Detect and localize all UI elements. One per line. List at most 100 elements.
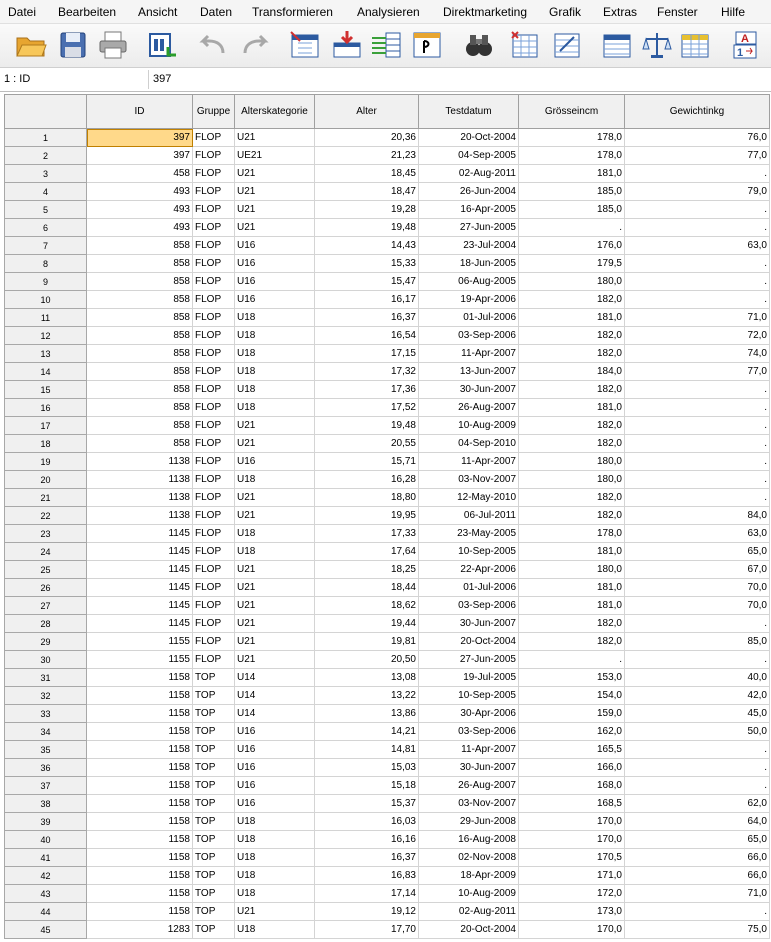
data-cell[interactable]: 858 xyxy=(86,236,193,255)
data-cell[interactable]: 1158 xyxy=(86,722,193,741)
data-cell[interactable]: 1158 xyxy=(86,776,193,795)
data-cell[interactable]: . xyxy=(624,218,770,237)
data-cell[interactable]: . xyxy=(624,776,770,795)
row-number[interactable]: 18 xyxy=(4,434,87,453)
data-cell[interactable]: 182,0 xyxy=(518,614,625,633)
row-number[interactable]: 44 xyxy=(4,902,87,921)
data-cell[interactable]: U16 xyxy=(234,236,315,255)
row-number[interactable]: 30 xyxy=(4,650,87,669)
data-cell[interactable]: 182,0 xyxy=(518,380,625,399)
data-cell[interactable]: 21,23 xyxy=(314,146,419,165)
data-cell[interactable]: U21 xyxy=(234,218,315,237)
data-cell[interactable]: 19,28 xyxy=(314,200,419,219)
insert-variable-icon[interactable] xyxy=(550,29,584,61)
data-cell[interactable]: U18 xyxy=(234,344,315,363)
data-cell[interactable]: 182,0 xyxy=(518,344,625,363)
data-cell[interactable]: 14,81 xyxy=(314,740,419,759)
redo-icon[interactable] xyxy=(238,29,272,61)
data-cell[interactable]: 181,0 xyxy=(518,164,625,183)
data-cell[interactable]: 168,0 xyxy=(518,776,625,795)
menu-daten[interactable]: Daten xyxy=(200,5,232,19)
data-cell[interactable]: U16 xyxy=(234,758,315,777)
data-cell[interactable]: 19,48 xyxy=(314,218,419,237)
data-cell[interactable]: 10-Sep-2005 xyxy=(418,686,519,705)
row-number[interactable]: 13 xyxy=(4,344,87,363)
data-cell[interactable]: 858 xyxy=(86,434,193,453)
data-cell[interactable]: 166,0 xyxy=(518,758,625,777)
data-cell[interactable]: 858 xyxy=(86,254,193,273)
data-cell[interactable]: FLOP xyxy=(192,488,235,507)
row-number[interactable]: 28 xyxy=(4,614,87,633)
data-cell[interactable]: 493 xyxy=(86,218,193,237)
data-cell[interactable]: 50,0 xyxy=(624,722,770,741)
data-cell[interactable]: TOP xyxy=(192,884,235,903)
data-cell[interactable]: 182,0 xyxy=(518,290,625,309)
data-cell[interactable]: 1158 xyxy=(86,866,193,885)
data-cell[interactable]: . xyxy=(518,650,625,669)
data-cell[interactable]: 19,95 xyxy=(314,506,419,525)
data-cell[interactable]: FLOP xyxy=(192,416,235,435)
data-cell[interactable]: 17,33 xyxy=(314,524,419,543)
data-cell[interactable]: 18-Apr-2009 xyxy=(418,866,519,885)
data-cell[interactable]: 30-Jun-2007 xyxy=(418,380,519,399)
data-cell[interactable]: 181,0 xyxy=(518,578,625,597)
data-cell[interactable]: 1138 xyxy=(86,470,193,489)
data-cell[interactable]: 64,0 xyxy=(624,812,770,831)
row-number[interactable]: 33 xyxy=(4,704,87,723)
column-header-alterskategorie[interactable]: Alterskategorie xyxy=(234,94,315,129)
data-cell[interactable]: 06-Jul-2011 xyxy=(418,506,519,525)
data-cell[interactable]: 1145 xyxy=(86,542,193,561)
data-cell[interactable]: TOP xyxy=(192,704,235,723)
data-cell[interactable]: 185,0 xyxy=(518,200,625,219)
data-cell[interactable]: 13-Jun-2007 xyxy=(418,362,519,381)
data-cell[interactable]: U18 xyxy=(234,542,315,561)
data-cell[interactable]: 181,0 xyxy=(518,308,625,327)
data-cell[interactable]: 71,0 xyxy=(624,308,770,327)
data-cell[interactable]: 16-Apr-2005 xyxy=(418,200,519,219)
row-number[interactable]: 42 xyxy=(4,866,87,885)
data-cell[interactable]: . xyxy=(624,398,770,417)
data-cell[interactable]: 1145 xyxy=(86,524,193,543)
data-cell[interactable]: 153,0 xyxy=(518,668,625,687)
data-cell[interactable]: TOP xyxy=(192,920,235,939)
data-cell[interactable]: 178,0 xyxy=(518,128,625,147)
cell-value-input[interactable]: 397 xyxy=(148,70,767,89)
data-cell[interactable]: 19,48 xyxy=(314,416,419,435)
menu-hilfe[interactable]: Hilfe xyxy=(721,5,745,19)
variables-icon[interactable] xyxy=(370,29,404,61)
row-number[interactable]: 29 xyxy=(4,632,87,651)
data-cell[interactable]: U21 xyxy=(234,164,315,183)
data-cell[interactable]: 03-Sep-2006 xyxy=(418,596,519,615)
weight-cases-icon[interactable] xyxy=(640,29,674,61)
data-cell[interactable]: 1158 xyxy=(86,668,193,687)
row-number[interactable]: 6 xyxy=(4,218,87,237)
data-cell[interactable]: 181,0 xyxy=(518,596,625,615)
data-cell[interactable]: 15,33 xyxy=(314,254,419,273)
data-cell[interactable]: 27-Jun-2005 xyxy=(418,218,519,237)
corner-cell[interactable] xyxy=(4,94,87,129)
data-cell[interactable]: . xyxy=(624,470,770,489)
row-number[interactable]: 34 xyxy=(4,722,87,741)
data-cell[interactable]: 159,0 xyxy=(518,704,625,723)
data-cell[interactable]: 180,0 xyxy=(518,452,625,471)
data-cell[interactable]: 03-Nov-2007 xyxy=(418,470,519,489)
data-cell[interactable]: TOP xyxy=(192,740,235,759)
row-number[interactable]: 5 xyxy=(4,200,87,219)
data-cell[interactable]: U18 xyxy=(234,866,315,885)
data-cell[interactable]: 184,0 xyxy=(518,362,625,381)
data-cell[interactable]: 1155 xyxy=(86,650,193,669)
data-cell[interactable]: 79,0 xyxy=(624,182,770,201)
data-cell[interactable]: U21 xyxy=(234,902,315,921)
data-cell[interactable]: 1138 xyxy=(86,488,193,507)
run-descriptives-icon[interactable] xyxy=(410,29,444,61)
data-cell[interactable]: 23-Jul-2004 xyxy=(418,236,519,255)
dialog-recall-icon[interactable] xyxy=(146,29,180,61)
data-cell[interactable]: 03-Sep-2006 xyxy=(418,326,519,345)
data-cell[interactable]: 397 xyxy=(86,128,193,147)
data-cell[interactable]: 18-Jun-2005 xyxy=(418,254,519,273)
data-cell[interactable]: 15,18 xyxy=(314,776,419,795)
data-cell[interactable]: 26-Aug-2007 xyxy=(418,776,519,795)
data-cell[interactable]: 18,25 xyxy=(314,560,419,579)
data-cell[interactable]: 176,0 xyxy=(518,236,625,255)
column-header-groesse[interactable]: Grösseincm xyxy=(518,94,625,129)
